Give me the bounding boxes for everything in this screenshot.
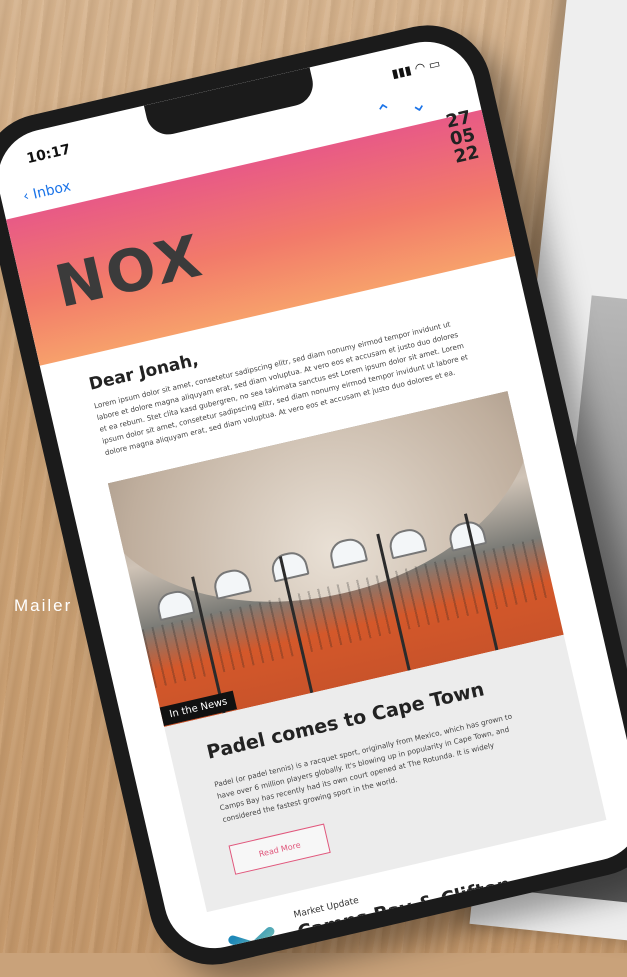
signal-icon: ▮▮▮ bbox=[390, 62, 413, 81]
battery-icon: ▭ bbox=[427, 56, 442, 73]
back-label: Inbox bbox=[31, 178, 73, 203]
chevron-down-icon[interactable]: ⌄ bbox=[407, 86, 446, 117]
back-to-inbox-link[interactable]: ‹ Inbox bbox=[22, 178, 73, 204]
arched-window bbox=[154, 587, 196, 622]
wifi-icon: ◠ bbox=[413, 59, 427, 76]
read-more-button[interactable]: Read More bbox=[228, 823, 331, 875]
status-icons: ▮▮▮ ◠ ▭ bbox=[390, 56, 441, 81]
status-time: 10:17 bbox=[25, 141, 73, 168]
chevron-up-icon[interactable]: ⌃ bbox=[373, 94, 412, 125]
nox-logo: NOX bbox=[49, 221, 210, 322]
date-year: 22 bbox=[452, 141, 482, 168]
mailer-caption: Mailer bbox=[14, 596, 73, 615]
header-date: 27 05 22 bbox=[444, 107, 482, 168]
